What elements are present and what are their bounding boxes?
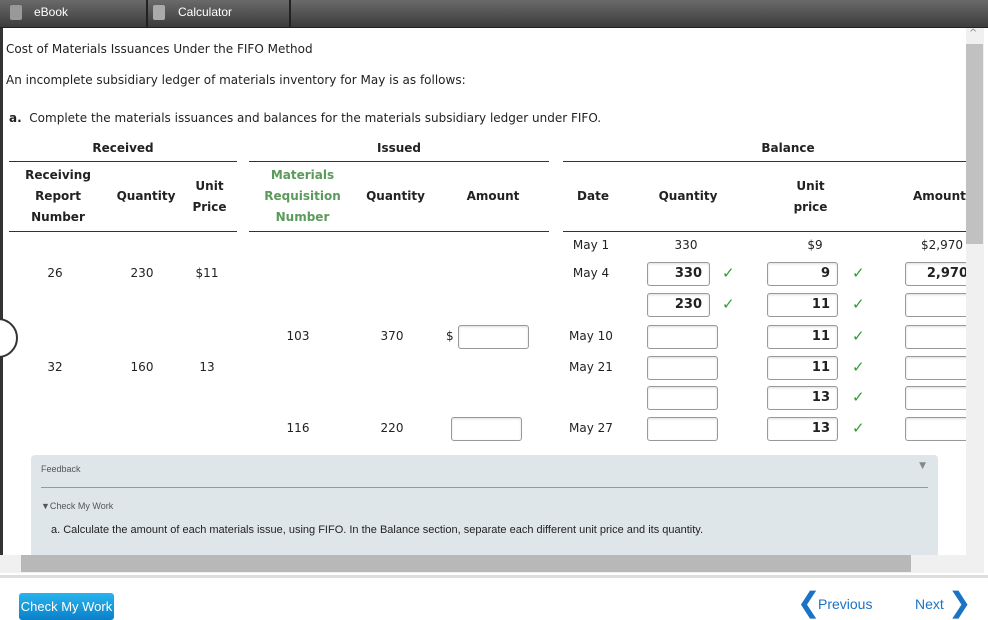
balance-bamt-input[interactable] bbox=[905, 356, 966, 380]
cell-mr: 116 bbox=[286, 421, 310, 435]
check-my-work-toggle[interactable]: ▼Check My Work bbox=[41, 501, 113, 511]
check-icon: ✓ bbox=[852, 419, 865, 437]
triangle-down-icon: ▼ bbox=[41, 501, 50, 511]
calculator-tab[interactable]: Calculator bbox=[148, 0, 291, 27]
balance-bamt-input[interactable] bbox=[905, 417, 966, 441]
check-icon: ✓ bbox=[852, 264, 865, 282]
divider bbox=[249, 161, 549, 162]
chevron-right-icon[interactable]: ❯ bbox=[948, 586, 971, 619]
header-rprice: Unit Price bbox=[192, 179, 227, 214]
intro-text: An incomplete subsidiary ledger of mater… bbox=[6, 73, 466, 87]
cell-rprice: $11 bbox=[195, 266, 219, 280]
dollar-sign: $ bbox=[446, 329, 454, 343]
cell-rqty: 230 bbox=[130, 266, 154, 280]
calculator-icon bbox=[153, 5, 165, 20]
balance-bprice-input[interactable]: 11 bbox=[767, 356, 838, 380]
balance-bqty-input[interactable] bbox=[647, 417, 718, 441]
check-icon: ✓ bbox=[722, 264, 735, 282]
question-content: Cost of Materials Issuances Under the FI… bbox=[0, 28, 966, 555]
check-icon: ✓ bbox=[852, 295, 865, 313]
balance-bamt-input[interactable]: 2,970 bbox=[905, 262, 966, 286]
balance-bprice-input[interactable]: 13 bbox=[767, 417, 838, 441]
divider bbox=[9, 231, 237, 232]
next-button[interactable]: Next bbox=[915, 596, 944, 612]
chevron-left-icon[interactable]: ❮ bbox=[797, 586, 820, 619]
book-icon bbox=[10, 5, 22, 20]
cell-rr: 26 bbox=[47, 266, 63, 280]
cell-date: May 21 bbox=[569, 360, 613, 374]
vertical-scrollbar-thumb[interactable] bbox=[966, 44, 983, 244]
cell-rqty: 160 bbox=[130, 360, 154, 374]
group-issued: Issued bbox=[376, 141, 422, 155]
balance-bqty-input[interactable] bbox=[647, 386, 718, 410]
issued-amount-input[interactable] bbox=[458, 325, 529, 349]
ebook-tab[interactable]: eBook bbox=[0, 0, 148, 27]
cell-iqty: 220 bbox=[380, 421, 404, 435]
check-icon: ✓ bbox=[852, 327, 865, 345]
group-balance: Balance bbox=[761, 141, 815, 155]
horizontal-scrollbar-thumb[interactable] bbox=[21, 555, 911, 572]
feedback-panel: Feedback ▼ ▼Check My Work a. Calculate t… bbox=[31, 455, 938, 555]
cell-mr: 103 bbox=[286, 329, 310, 343]
balance-bprice-input[interactable]: 11 bbox=[767, 325, 838, 349]
check-icon: ✓ bbox=[722, 295, 735, 313]
balance-bamt-input[interactable] bbox=[905, 386, 966, 410]
balance-bqty-input[interactable] bbox=[647, 325, 718, 349]
divider bbox=[563, 231, 966, 232]
previous-button[interactable]: Previous bbox=[818, 596, 872, 612]
toolbar: eBook Calculator bbox=[0, 0, 988, 28]
balance-bamt-input[interactable] bbox=[905, 325, 966, 349]
header-bamt: Amount bbox=[913, 189, 966, 203]
divider bbox=[9, 161, 237, 162]
check-icon: ✓ bbox=[852, 388, 865, 406]
header-mr: Materials Requisition Number bbox=[264, 168, 341, 224]
header-date: Date bbox=[577, 189, 609, 203]
check-my-work-button[interactable]: Check My Work bbox=[19, 593, 114, 620]
balance-bqty-input[interactable] bbox=[647, 356, 718, 380]
part-a-instruction: a. Complete the materials issuances and … bbox=[9, 111, 602, 125]
cell-rprice: 13 bbox=[199, 360, 215, 374]
feedback-label: Feedback bbox=[41, 464, 81, 474]
balance-bprice-value: $9 bbox=[807, 238, 823, 252]
header-iqty: Quantity bbox=[366, 189, 425, 203]
balance-bprice-input[interactable]: 13 bbox=[767, 386, 838, 410]
cell-date: May 1 bbox=[572, 238, 610, 252]
page-title: Cost of Materials Issuances Under the FI… bbox=[6, 42, 313, 56]
cell-rr: 32 bbox=[47, 360, 63, 374]
cell-date: May 27 bbox=[569, 421, 613, 435]
group-received: Received bbox=[92, 141, 154, 155]
collapse-icon[interactable]: ▼ bbox=[919, 461, 926, 471]
header-bprice: Unit price bbox=[793, 179, 828, 214]
check-icon: ✓ bbox=[852, 358, 865, 376]
balance-bamt-input[interactable] bbox=[905, 293, 966, 317]
header-rr: Receiving Report Number bbox=[25, 168, 91, 224]
scroll-up-icon[interactable]: ^ bbox=[969, 28, 977, 39]
balance-bamt-value: $2,970 bbox=[921, 238, 963, 252]
header-bqty: Quantity bbox=[658, 189, 718, 203]
divider bbox=[41, 487, 928, 488]
cell-date: May 4 bbox=[572, 266, 610, 280]
cell-iqty: 370 bbox=[380, 329, 404, 343]
issued-amount-input[interactable] bbox=[451, 417, 522, 441]
balance-bprice-input[interactable]: 11 bbox=[767, 293, 838, 317]
feedback-text: a. Calculate the amount of each material… bbox=[51, 524, 704, 536]
divider bbox=[249, 231, 549, 232]
balance-bqty-input[interactable]: 330 bbox=[647, 262, 710, 286]
balance-bqty-input[interactable]: 230 bbox=[647, 293, 710, 317]
balance-bqty-value: 330 bbox=[674, 238, 698, 252]
divider bbox=[563, 161, 966, 162]
header-rqty: Quantity bbox=[116, 189, 176, 203]
cell-date: May 10 bbox=[569, 329, 613, 343]
header-iamt: Amount bbox=[466, 189, 520, 203]
balance-bprice-input[interactable]: 9 bbox=[767, 262, 838, 286]
